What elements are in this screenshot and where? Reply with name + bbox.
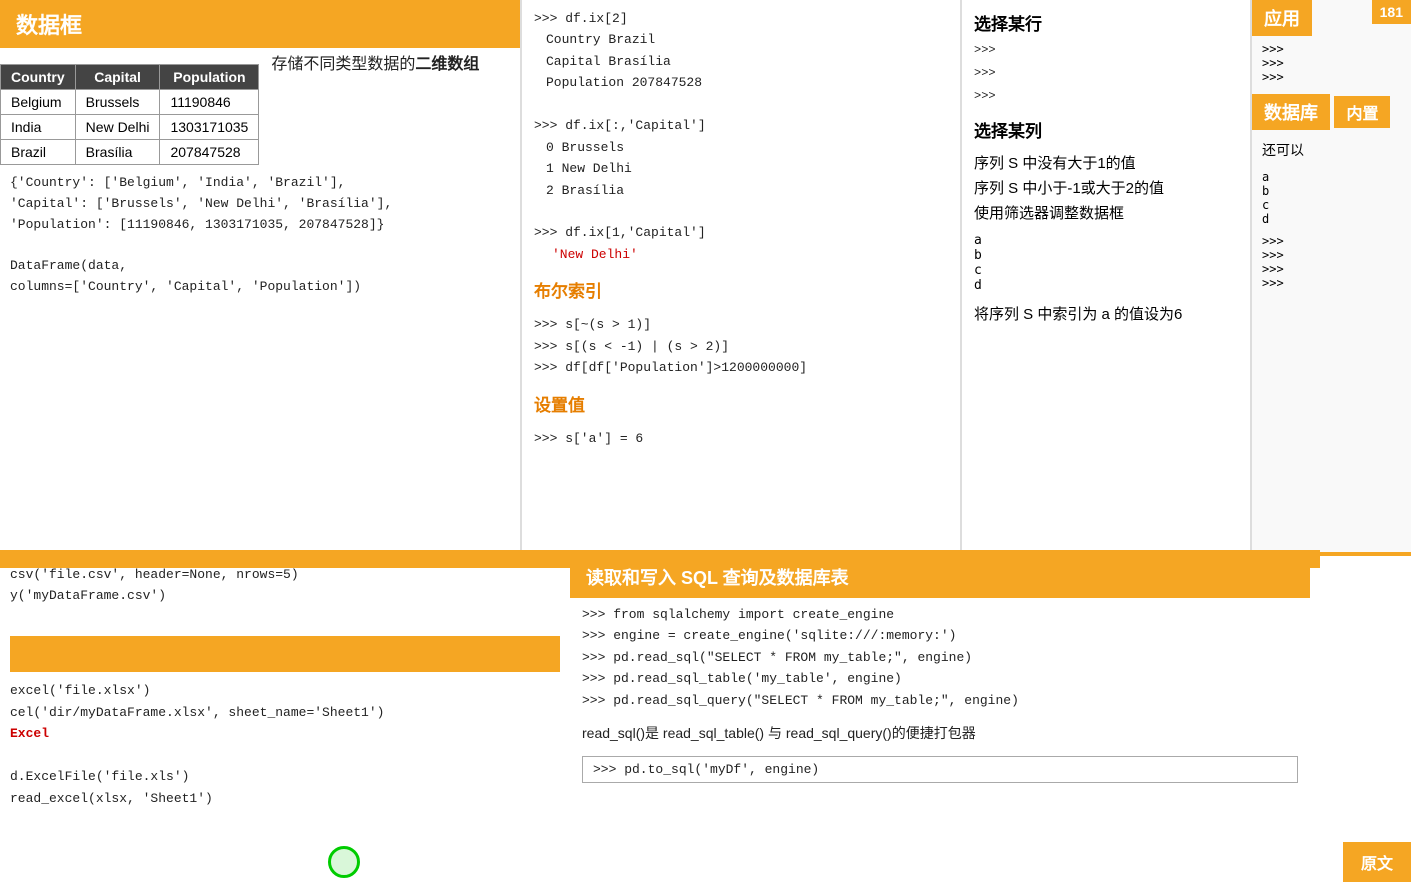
cell-capital-0: Brussels [75,90,160,115]
code-line: >>> df[df['Population']>1200000000] [534,357,948,378]
code-line: Excel [10,723,560,744]
col-header-population: Population [160,65,259,90]
cell-capital-2: Brasília [75,140,160,165]
table-row: Belgium Brussels 11190846 [1,90,259,115]
cell-pop-0: 11190846 [160,90,259,115]
code-line: 0 Brussels [534,137,948,158]
description-text: 存储不同类型数据的二维数组 [259,54,479,76]
code-line: 'New Delhi' [534,244,948,265]
code-line: read_excel(xlsx, 'Sheet1') [10,788,560,809]
code-line [10,607,560,628]
code-line: >>> from sqlalchemy import create_engine [582,604,1298,625]
bottom-left-panel: csv('file.csv', header=None, nrows=5) y(… [0,552,570,882]
code-line [534,94,948,115]
orange-divider [0,550,1320,568]
dataframe-header: 数据框 [0,0,520,48]
code-line: Capital Brasília [534,51,948,72]
code-line: 'Population': [11190846, 1303171035, 207… [10,215,510,236]
code-line [534,201,948,222]
top-center-panel: >>> df.ix[2] Country Brazil Capital Bras… [520,0,960,555]
top-far-right-panel: 181 应用 >>> >>> >>> 数据库 内置 还可以 a b c d >>… [1250,0,1411,555]
center-code-area: >>> df.ix[2] Country Brazil Capital Bras… [522,0,960,273]
bottom-section: csv('file.csv', header=None, nrows=5) y(… [0,552,1411,882]
s-no-greater: 序列 S 中没有大于1的值 [974,152,1238,173]
use-filter: 使用筛选器调整数据框 [974,202,1238,223]
code-line: >>> df.ix[1,'Capital'] [534,222,948,243]
code-line: y('myDataFrame.csv') [10,585,560,606]
table-row: Brazil Brasília 207847528 [1,140,259,165]
code-line: d.ExcelFile('file.xls') [10,766,560,787]
code-line: Population 207847528 [534,72,948,93]
cell-country-1: India [1,115,76,140]
section-buersuo-label: 布尔索引 [522,273,960,306]
badge-yingying: 应用 [1252,0,1312,36]
select-col-title: 选择某列 [974,117,1238,142]
right-code-line: >>> [974,64,1238,83]
bottom-right-panel: 原文 [1310,552,1411,882]
dataframe-table: Country Capital Population Belgium Bruss… [0,64,259,165]
bottom-orange-bar [10,636,560,672]
code-line: {'Country': ['Belgium', 'India', 'Brazil… [10,173,510,194]
code-line: >>> pd.read_sql_query("SELECT * FROM my_… [582,690,1298,711]
code-line [10,235,510,256]
note-haike: 还可以 [1252,134,1411,166]
code-line: cel('dir/myDataFrame.xlsx', sheet_name='… [10,702,560,723]
code-line: >>> s[(s < -1) | (s > 2)] [534,336,948,357]
code-line: 1 New Delhi [534,158,948,179]
badge-shujuku: 数据库 [1252,94,1330,130]
code-line: Country Brazil [534,29,948,50]
bool-code-area: >>> s[~(s > 1)] >>> s[(s < -1) | (s > 2)… [522,306,960,386]
code-line [10,745,560,766]
dataframe-title: 数据框 [16,13,82,38]
set-a-6: 将序列 S 中索引为 a 的值设为6 [974,303,1238,324]
cell-pop-2: 207847528 [160,140,259,165]
cell-pop-1: 1303171035 [160,115,259,140]
bottom-middle-panel: 读取和写入 SQL 查询及数据库表 >>> from sqlalchemy im… [570,552,1310,882]
code-line: 'Capital': ['Brussels', 'New Delhi', 'Br… [10,194,510,215]
far-right-code: >>> >>> >>> [1252,36,1411,90]
sql-input-bar[interactable]: >>> pd.to_sql('myDf', engine) [582,756,1298,783]
table-wrapper: Country Capital Population Belgium Bruss… [0,48,520,165]
top-right-panel: 选择某行 >>> >>> >>> 选择某列 序列 S 中没有大于1的值 序列 S… [960,0,1250,555]
table-row: India New Delhi 1303171035 [1,115,259,140]
code-line: >>> df.ix[2] [534,8,948,29]
counter-badge: 181 [1372,0,1411,24]
top-section: 数据框 Country Capital Population Belgium B… [0,0,1411,555]
badge-neizhi2: 内置 [1334,96,1390,128]
cell-country-0: Belgium [1,90,76,115]
set-code-area: >>> s['a'] = 6 [522,420,960,457]
code-line: >>> pd.read_sql("SELECT * FROM my_table;… [582,647,1298,668]
select-row-title: 选择某行 [974,10,1238,35]
select-row-section: 选择某行 >>> >>> >>> 选择某列 序列 S 中没有大于1的值 序列 S… [962,0,1250,334]
code-line: >>> s['a'] = 6 [534,428,948,449]
cell-capital-1: New Delhi [75,115,160,140]
var-col: a b c d [974,233,982,293]
code-line: >>> engine = create_engine('sqlite:///:m… [582,625,1298,646]
s-less-or-greater: 序列 S 中小于-1或大于2的值 [974,177,1238,198]
code-line: excel('file.xlsx') [10,680,560,701]
right-code-line: >>> [974,41,1238,60]
far-right-code2: a b c d [1252,166,1411,230]
sql-note: read_sql()是 read_sql_table() 与 read_sql_… [570,717,1310,750]
cursor [328,846,360,878]
code-block-left: {'Country': ['Belgium', 'India', 'Brazil… [0,165,520,306]
col-header-capital: Capital [75,65,160,90]
code-line: 2 Brasília [534,180,948,201]
bottom-left-code: csv('file.csv', header=None, nrows=5) y(… [10,564,560,809]
section-shezhi-label: 设置值 [522,387,960,420]
top-left-panel: 数据框 Country Capital Population Belgium B… [0,0,520,555]
code-line: >>> s[~(s > 1)] [534,314,948,335]
right-code-line: >>> [974,87,1238,106]
far-right-more-code: >>> >>> >>> >>> [1252,230,1411,294]
code-line: >>> df.ix[:,'Capital'] [534,115,948,136]
col-header-country: Country [1,65,76,90]
code-line: columns=['Country', 'Capital', 'Populati… [10,277,510,298]
cell-country-2: Brazil [1,140,76,165]
code-line: >>> pd.read_sql_table('my_table', engine… [582,668,1298,689]
code-line: DataFrame(data, [10,256,510,277]
sql-code-area: >>> from sqlalchemy import create_engine… [570,598,1310,717]
yuan-wen-button[interactable]: 原文 [1343,842,1411,882]
